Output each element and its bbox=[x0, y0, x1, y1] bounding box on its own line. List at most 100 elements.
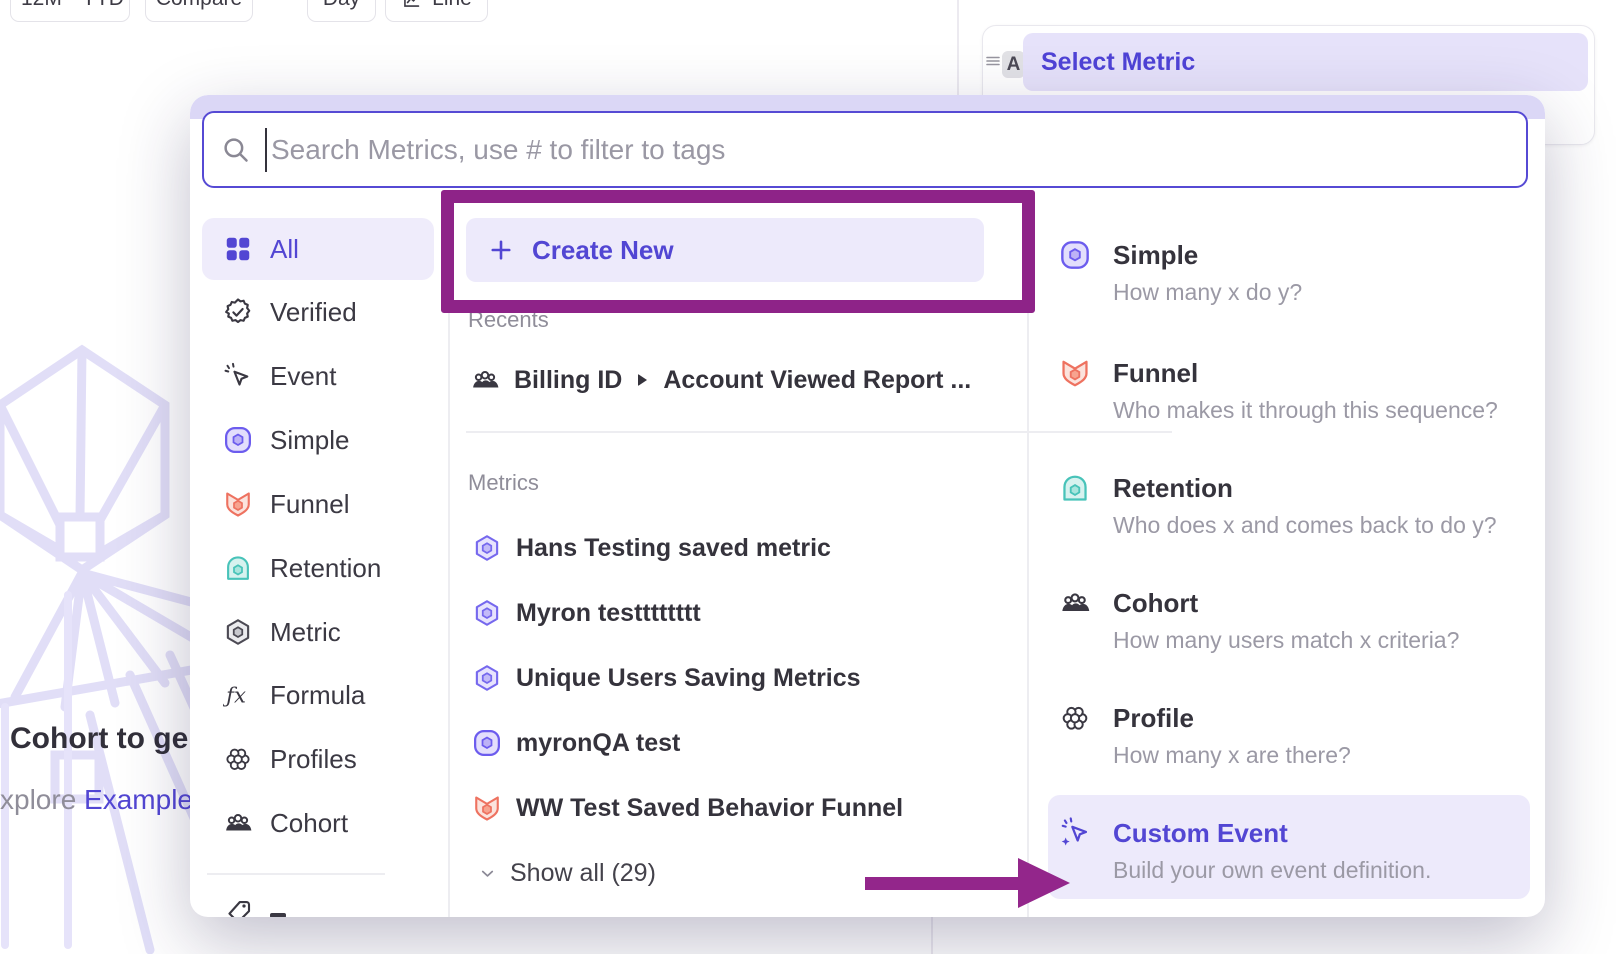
saved-metric-hex-icon bbox=[472, 533, 502, 563]
clipped-label-fragment bbox=[270, 913, 286, 917]
show-all-button[interactable]: Show all (29) bbox=[478, 843, 656, 903]
funnel-icon bbox=[472, 793, 502, 823]
type-title-custom-event[interactable]: Custom Event bbox=[1113, 816, 1288, 850]
chevron-down-icon bbox=[478, 864, 497, 883]
breadcrumb-arrow-icon bbox=[638, 374, 647, 386]
sidebar-item-label: Simple bbox=[270, 425, 349, 456]
simple-metric-icon bbox=[472, 728, 502, 758]
row-letter-badge: A bbox=[1002, 51, 1025, 78]
sidebar-item-retention[interactable]: Retention bbox=[202, 537, 434, 599]
recent-item-primary: Billing ID bbox=[514, 366, 622, 395]
example-reports-link[interactable]: Example bbox=[84, 784, 193, 815]
sidebar-item-clipped[interactable] bbox=[202, 882, 434, 917]
sidebar-item-label: Formula bbox=[270, 680, 365, 711]
metric-item-label: myronQA test bbox=[516, 729, 680, 758]
type-desc-retention: Who does x and comes back to do y? bbox=[1113, 511, 1497, 539]
show-all-label: Show all (29) bbox=[510, 859, 656, 888]
annotation-highlight-box bbox=[441, 190, 1035, 313]
simple-metric-icon[interactable] bbox=[1059, 239, 1091, 271]
explore-prefix: xplore bbox=[0, 784, 84, 815]
select-metric-label: Select Metric bbox=[1041, 48, 1195, 77]
metric-list-item[interactable]: Unique Users Saving Metrics bbox=[472, 648, 861, 708]
saved-metric-hex-icon bbox=[472, 663, 502, 693]
sidebar-item-all[interactable]: All bbox=[202, 218, 434, 280]
sidebar-item-verified[interactable]: Verified bbox=[202, 281, 434, 343]
compare-label: Compare bbox=[156, 0, 242, 11]
sidebar-item-label: Funnel bbox=[270, 489, 350, 520]
compare-button[interactable]: Compare bbox=[145, 0, 253, 22]
verified-badge-icon bbox=[223, 297, 253, 327]
type-title-simple[interactable]: Simple bbox=[1113, 238, 1198, 272]
type-desc-profile: How many x are there? bbox=[1113, 741, 1351, 769]
sidebar-item-label: All bbox=[270, 234, 299, 265]
metric-item-label: Myron testttttttt bbox=[516, 599, 701, 628]
date-range-control[interactable]: 12M YTD bbox=[10, 0, 130, 22]
interval-label: Day bbox=[323, 0, 360, 11]
metric-item-label: Unique Users Saving Metrics bbox=[516, 664, 861, 693]
funnel-icon[interactable] bbox=[1059, 357, 1091, 389]
cohort-people-icon bbox=[470, 365, 500, 395]
select-metric-field[interactable]: Select Metric bbox=[1023, 33, 1588, 91]
sidebar-item-funnel[interactable]: Funnel bbox=[202, 473, 434, 535]
chart-type-line-button[interactable]: Line bbox=[385, 0, 488, 22]
range-12m-label[interactable]: 12M bbox=[21, 0, 62, 11]
type-title-cohort[interactable]: Cohort bbox=[1113, 586, 1198, 620]
retention-icon bbox=[223, 553, 253, 583]
metric-item-label: WW Test Saved Behavior Funnel bbox=[516, 794, 903, 823]
sidebar-item-label: Event bbox=[270, 361, 337, 392]
recent-item-billing[interactable]: Billing ID Account Viewed Report ... bbox=[470, 350, 971, 410]
profiles-cluster-icon bbox=[223, 744, 253, 774]
type-desc-funnel: Who makes it through this sequence? bbox=[1113, 396, 1498, 424]
recent-item-secondary: Account Viewed Report ... bbox=[663, 366, 971, 395]
metric-list-item[interactable]: Hans Testing saved metric bbox=[472, 518, 831, 578]
metric-list-item[interactable]: Myron testttttttt bbox=[472, 583, 701, 643]
saved-metric-hex-icon bbox=[472, 598, 502, 628]
sidebar-item-label: Retention bbox=[270, 553, 381, 584]
sidebar-item-cohort[interactable]: Cohort bbox=[202, 792, 434, 854]
app-screen: 12M YTD Compare Day Line A Select Metric… bbox=[0, 0, 1616, 954]
event-cursor-icon bbox=[223, 361, 253, 391]
type-title-funnel[interactable]: Funnel bbox=[1113, 356, 1198, 390]
range-ytd-label[interactable]: YTD bbox=[82, 0, 124, 11]
sidebar-item-metric[interactable]: Metric bbox=[202, 601, 434, 663]
retention-icon[interactable] bbox=[1059, 472, 1091, 504]
simple-metric-icon bbox=[223, 425, 253, 455]
empty-state-headline: Cohort to ge bbox=[10, 722, 188, 756]
type-desc-simple: How many x do y? bbox=[1113, 278, 1302, 306]
sidebar-item-event[interactable]: Event bbox=[202, 345, 434, 407]
funnel-icon bbox=[223, 489, 253, 519]
metric-list-item[interactable]: myronQA test bbox=[472, 713, 680, 773]
sidebar-item-label: Metric bbox=[270, 617, 341, 648]
type-desc-custom-event: Build your own event definition. bbox=[1113, 856, 1431, 884]
drag-handle-icon[interactable] bbox=[985, 53, 1001, 69]
cohort-people-icon bbox=[223, 808, 253, 838]
search-input[interactable] bbox=[271, 134, 1526, 166]
sidebar-item-label: Profiles bbox=[270, 744, 357, 775]
formula-fx-icon bbox=[223, 680, 253, 710]
panel-divider-top bbox=[957, 0, 959, 95]
row-letter: A bbox=[1007, 54, 1021, 76]
metric-hexagon-icon bbox=[223, 617, 253, 647]
panel-divider-bottom bbox=[931, 917, 933, 954]
text-caret bbox=[265, 128, 267, 172]
sidebar-item-formula[interactable]: Formula bbox=[202, 664, 434, 726]
sidebar-item-label: Verified bbox=[270, 297, 357, 328]
metric-search-field[interactable] bbox=[202, 111, 1528, 188]
sidebar-item-simple[interactable]: Simple bbox=[202, 409, 434, 471]
profiles-cluster-icon[interactable] bbox=[1059, 702, 1091, 734]
cohort-people-icon[interactable] bbox=[1059, 587, 1091, 619]
metric-list-item[interactable]: WW Test Saved Behavior Funnel bbox=[472, 778, 903, 838]
interval-day-button[interactable]: Day bbox=[307, 0, 376, 22]
background-wireframe-illustration bbox=[0, 335, 200, 954]
type-title-retention[interactable]: Retention bbox=[1113, 471, 1233, 505]
search-icon bbox=[221, 135, 251, 165]
metric-item-label: Hans Testing saved metric bbox=[516, 534, 831, 563]
type-title-profile[interactable]: Profile bbox=[1113, 701, 1194, 735]
custom-event-icon[interactable] bbox=[1059, 817, 1091, 849]
type-desc-cohort: How many users match x criteria? bbox=[1113, 626, 1459, 654]
annotation-arrow bbox=[860, 848, 1075, 920]
sidebar-item-profiles[interactable]: Profiles bbox=[202, 728, 434, 790]
metrics-heading: Metrics bbox=[468, 468, 539, 498]
chart-type-label: Line bbox=[432, 0, 472, 11]
sidebar-section-divider bbox=[207, 873, 385, 875]
